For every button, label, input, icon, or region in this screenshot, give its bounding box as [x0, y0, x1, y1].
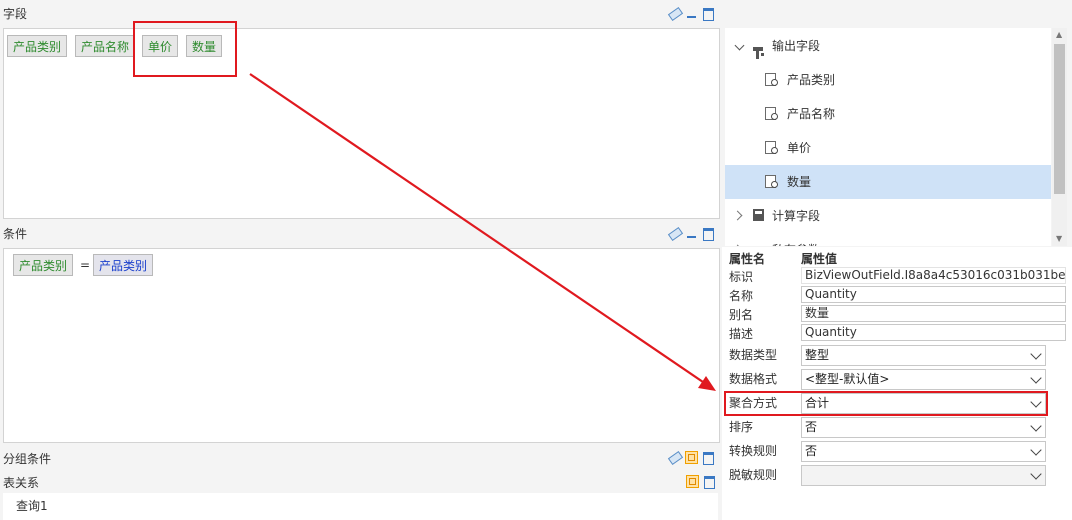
annotation-arrow — [249, 73, 716, 391]
